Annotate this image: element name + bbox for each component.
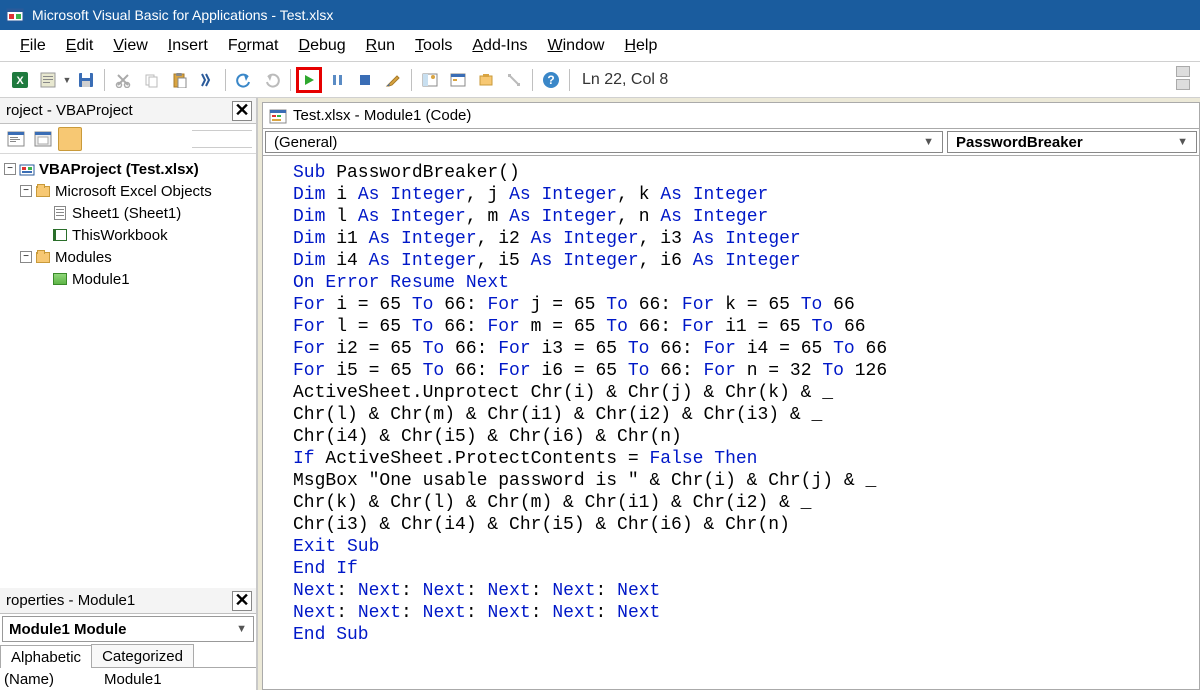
- toolbox-icon[interactable]: [501, 67, 527, 93]
- worksheet-icon: [52, 205, 68, 221]
- object-browser-icon[interactable]: [473, 67, 499, 93]
- tree-module1[interactable]: Module1: [2, 268, 254, 290]
- menu-window[interactable]: Window: [538, 31, 615, 61]
- save-icon[interactable]: [73, 67, 99, 93]
- collapse-icon[interactable]: −: [4, 163, 16, 175]
- collapse-icon[interactable]: −: [20, 185, 32, 197]
- tree-thisworkbook[interactable]: ThisWorkbook: [2, 224, 254, 246]
- menu-tools[interactable]: Tools: [405, 31, 462, 61]
- code-module-icon: [269, 107, 287, 125]
- menubar: File Edit View Insert Format Debug Run T…: [0, 30, 1200, 62]
- properties-panel-header: roperties - Module1 ✕: [0, 588, 256, 614]
- workbook-icon: [52, 227, 68, 243]
- chevron-down-icon: ▼: [236, 623, 247, 635]
- code-window-title: Test.xlsx - Module1 (Code): [262, 102, 1200, 128]
- toggle-folders-icon[interactable]: [58, 127, 82, 151]
- cut-icon[interactable]: [110, 67, 136, 93]
- menu-help[interactable]: Help: [614, 31, 667, 61]
- vbaproject-icon: [19, 161, 35, 177]
- view-code-icon[interactable]: [4, 127, 28, 151]
- reset-icon[interactable]: [352, 67, 378, 93]
- folder-icon: [35, 183, 51, 199]
- window-title: Microsoft Visual Basic for Applications …: [32, 7, 333, 23]
- menu-insert[interactable]: Insert: [158, 31, 218, 61]
- chevron-down-icon: ▼: [1177, 136, 1188, 148]
- toolbar: X ▼ ? Ln 22, Col 8: [0, 62, 1200, 98]
- menu-run[interactable]: Run: [356, 31, 405, 61]
- property-row[interactable]: (Name) Module1: [0, 668, 256, 690]
- property-name: (Name): [0, 671, 100, 688]
- tree-excel-objects[interactable]: − Microsoft Excel Objects: [2, 180, 254, 202]
- properties-window-icon[interactable]: [445, 67, 471, 93]
- svg-text:?: ?: [547, 73, 554, 87]
- menu-addins[interactable]: Add-Ins: [462, 31, 537, 61]
- properties-panel-title: roperties - Module1: [6, 592, 135, 609]
- tree-sheet1[interactable]: Sheet1 (Sheet1): [2, 202, 254, 224]
- tree-root-label: VBAProject (Test.xlsx): [39, 161, 199, 178]
- redo-icon[interactable]: [259, 67, 285, 93]
- insert-dropdown-icon[interactable]: ▼: [62, 75, 72, 85]
- view-object-icon[interactable]: [31, 127, 55, 151]
- project-toolbar: [0, 124, 256, 154]
- menu-format[interactable]: Format: [218, 31, 289, 61]
- project-explorer-icon[interactable]: [417, 67, 443, 93]
- cursor-position: Ln 22, Col 8: [582, 71, 668, 89]
- project-tree: − VBAProject (Test.xlsx) − Microsoft Exc…: [0, 154, 256, 588]
- menu-edit[interactable]: Edit: [56, 31, 104, 61]
- tab-alphabetic[interactable]: Alphabetic: [0, 645, 92, 668]
- menu-file[interactable]: File: [10, 31, 56, 61]
- chevron-down-icon: ▼: [923, 136, 934, 148]
- module-icon: [52, 271, 68, 287]
- paste-icon[interactable]: [166, 67, 192, 93]
- undo-icon[interactable]: [231, 67, 257, 93]
- break-icon[interactable]: [324, 67, 350, 93]
- project-scroll[interactable]: [192, 130, 252, 148]
- collapse-icon[interactable]: −: [20, 251, 32, 263]
- close-icon[interactable]: ✕: [232, 591, 252, 611]
- tree-root[interactable]: − VBAProject (Test.xlsx): [2, 158, 254, 180]
- vba-app-icon: [6, 6, 24, 24]
- menu-debug[interactable]: Debug: [289, 31, 356, 61]
- help-icon[interactable]: ?: [538, 67, 564, 93]
- tree-modules[interactable]: − Modules: [2, 246, 254, 268]
- project-panel-header: roject - VBAProject ✕: [0, 98, 256, 124]
- menu-view[interactable]: View: [103, 31, 157, 61]
- insert-module-icon[interactable]: [35, 67, 61, 93]
- properties-object-select[interactable]: Module1 Module ▼: [2, 616, 254, 642]
- folder-icon: [35, 249, 51, 265]
- code-editor[interactable]: Sub PasswordBreaker() Dim i As Integer, …: [262, 156, 1200, 690]
- run-button[interactable]: [296, 67, 322, 93]
- close-icon[interactable]: ✕: [232, 101, 252, 121]
- titlebar: Microsoft Visual Basic for Applications …: [0, 0, 1200, 30]
- property-value[interactable]: Module1: [100, 671, 256, 688]
- object-dropdown[interactable]: (General) ▼: [265, 131, 943, 153]
- toolbar-overflow-icon[interactable]: [1176, 66, 1190, 90]
- project-panel-title: roject - VBAProject: [6, 102, 133, 119]
- tab-categorized[interactable]: Categorized: [91, 644, 194, 667]
- design-mode-icon[interactable]: [380, 67, 406, 93]
- procedure-dropdown[interactable]: PasswordBreaker ▼: [947, 131, 1197, 153]
- find-icon[interactable]: [194, 67, 220, 93]
- svg-text:X: X: [16, 75, 24, 87]
- view-excel-icon[interactable]: X: [7, 67, 33, 93]
- copy-icon[interactable]: [138, 67, 164, 93]
